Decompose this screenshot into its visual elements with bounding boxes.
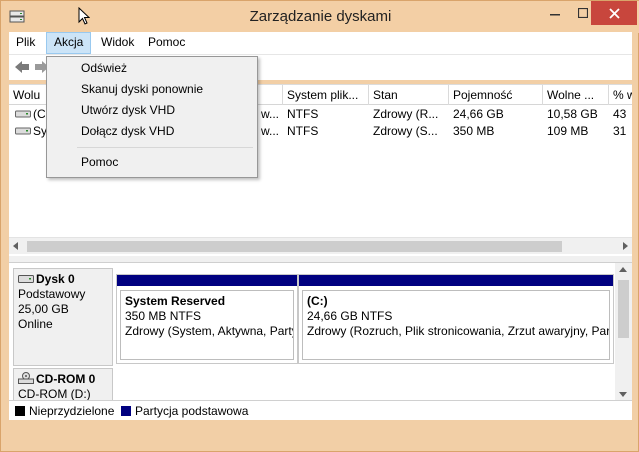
percent-free-cell: 43 bbox=[613, 107, 627, 121]
cdrom-drive-icon bbox=[18, 372, 34, 384]
disk-management-window: Zarządzanie dyskami Plik Akcja Widok Pom… bbox=[0, 0, 639, 452]
column-header-capacity[interactable]: Pojemność bbox=[449, 85, 543, 105]
legend-item-primary-partition: Partycja podstawowa bbox=[121, 404, 248, 418]
column-header-percent-free[interactable]: % w bbox=[609, 85, 632, 105]
legend-item-unallocated: Nieprzydzielone bbox=[15, 404, 114, 418]
graphical-disk-view: Dysk 0 Podstawowy 25,00 GB Online System… bbox=[9, 262, 632, 408]
legend-label: Nieprzydzielone bbox=[29, 404, 115, 418]
partition-color-bar bbox=[117, 275, 297, 286]
disk-size: 25,00 GB bbox=[18, 302, 69, 316]
horizontal-scroll-thumb[interactable] bbox=[27, 241, 562, 252]
close-icon bbox=[608, 7, 620, 19]
disk-name: CD-ROM 0 bbox=[36, 372, 96, 386]
free-cell: 10,58 GB bbox=[547, 107, 598, 121]
layout-cell: w... bbox=[261, 107, 280, 121]
unallocated-swatch bbox=[15, 406, 25, 416]
disk-0-label[interactable]: Dysk 0 Podstawowy 25,00 GB Online bbox=[13, 268, 113, 366]
disk-state: Online bbox=[18, 317, 53, 331]
capacity-cell: 350 MB bbox=[453, 124, 495, 138]
menu-item-rescan-disks[interactable]: Skanuj dyski ponownie bbox=[49, 79, 255, 100]
disk-name: Dysk 0 bbox=[36, 272, 75, 286]
capacity-cell: 24,66 GB bbox=[453, 107, 504, 121]
menu-item-attach-vhd[interactable]: Dołącz dysk VHD bbox=[49, 121, 255, 142]
menu-widok[interactable]: Widok bbox=[94, 32, 141, 54]
menu-item-create-vhd[interactable]: Utwórz dysk VHD bbox=[49, 100, 255, 121]
scroll-left-arrow-icon[interactable] bbox=[13, 242, 18, 250]
legend: Nieprzydzielone Partycja podstawowa bbox=[9, 400, 632, 420]
partition-size: 24,66 GB NTFS bbox=[307, 309, 393, 323]
free-cell: 109 MB bbox=[547, 124, 589, 138]
scroll-right-arrow-icon[interactable] bbox=[623, 242, 628, 250]
action-menu-dropdown: Odśwież Skanuj dyski ponownie Utwórz dys… bbox=[46, 56, 258, 178]
back-arrow-icon[interactable] bbox=[13, 59, 31, 75]
volume-name: (C bbox=[33, 107, 46, 121]
menu-item-help[interactable]: Pomoc bbox=[49, 152, 255, 173]
partition-name: (C:) bbox=[307, 294, 328, 308]
percent-free-cell: 31 bbox=[613, 124, 627, 138]
layout-cell: w... bbox=[261, 124, 280, 138]
filesystem-cell: NTFS bbox=[287, 107, 319, 121]
horizontal-scrollbar[interactable] bbox=[9, 237, 632, 254]
volume-icon bbox=[15, 127, 31, 135]
partition-status: Zdrowy (System, Aktywna, Party bbox=[125, 324, 294, 338]
vertical-scrollbar[interactable] bbox=[615, 263, 632, 401]
partition-body: (C:) 24,66 GB NTFS Zdrowy (Rozruch, Plik… bbox=[302, 290, 610, 360]
legend-label: Partycja podstawowa bbox=[135, 404, 249, 418]
scroll-up-arrow-icon[interactable] bbox=[619, 267, 627, 272]
volume-cell: Sys bbox=[11, 123, 51, 140]
column-header-free[interactable]: Wolne ... bbox=[543, 85, 609, 105]
partition-color-bar bbox=[299, 275, 613, 286]
disk-type: Podstawowy bbox=[18, 287, 86, 301]
partition-status: Zdrowy (Rozruch, Plik stronicowania, Zrz… bbox=[307, 324, 610, 338]
mouse-pointer-icon bbox=[78, 7, 90, 25]
partition-name: System Reserved bbox=[125, 294, 226, 308]
scroll-down-arrow-icon[interactable] bbox=[619, 392, 627, 397]
hard-disk-icon bbox=[18, 275, 34, 283]
partition-size: 350 MB NTFS bbox=[125, 309, 202, 323]
title-bar: Zarządzanie dyskami bbox=[1, 1, 639, 33]
volume-icon bbox=[15, 110, 31, 118]
volume-cell: (C bbox=[11, 106, 51, 123]
filesystem-cell: NTFS bbox=[287, 124, 319, 138]
primary-partition-swatch bbox=[121, 406, 131, 416]
partition-body: System Reserved 350 MB NTFS Zdrowy (Syst… bbox=[120, 290, 294, 360]
menu-item-refresh[interactable]: Odśwież bbox=[49, 58, 255, 79]
disk-row: Dysk 0 Podstawowy 25,00 GB Online System… bbox=[13, 268, 615, 366]
minimize-icon bbox=[550, 14, 560, 16]
menu-pomoc[interactable]: Pomoc bbox=[141, 32, 192, 54]
minimize-button[interactable] bbox=[541, 1, 569, 25]
disk-row: CD-ROM 0 CD-ROM (D:) bbox=[13, 368, 615, 408]
menu-plik[interactable]: Plik bbox=[9, 32, 42, 54]
close-button[interactable] bbox=[591, 1, 637, 25]
menu-akcja[interactable]: Akcja bbox=[46, 32, 92, 54]
column-header-filesystem[interactable]: System plik... bbox=[283, 85, 369, 105]
vertical-scroll-thumb[interactable] bbox=[618, 280, 629, 338]
column-header-status[interactable]: Stan bbox=[369, 85, 449, 105]
status-cell: Zdrowy (S... bbox=[373, 124, 438, 138]
partition-c[interactable]: (C:) 24,66 GB NTFS Zdrowy (Rozruch, Plik… bbox=[298, 274, 614, 364]
menu-separator bbox=[77, 147, 253, 148]
status-cell: Zdrowy (R... bbox=[373, 107, 439, 121]
partition-system-reserved[interactable]: System Reserved 350 MB NTFS Zdrowy (Syst… bbox=[116, 274, 298, 364]
menu-bar: Plik Akcja Widok Pomoc bbox=[9, 32, 632, 54]
maximize-icon bbox=[578, 8, 588, 18]
